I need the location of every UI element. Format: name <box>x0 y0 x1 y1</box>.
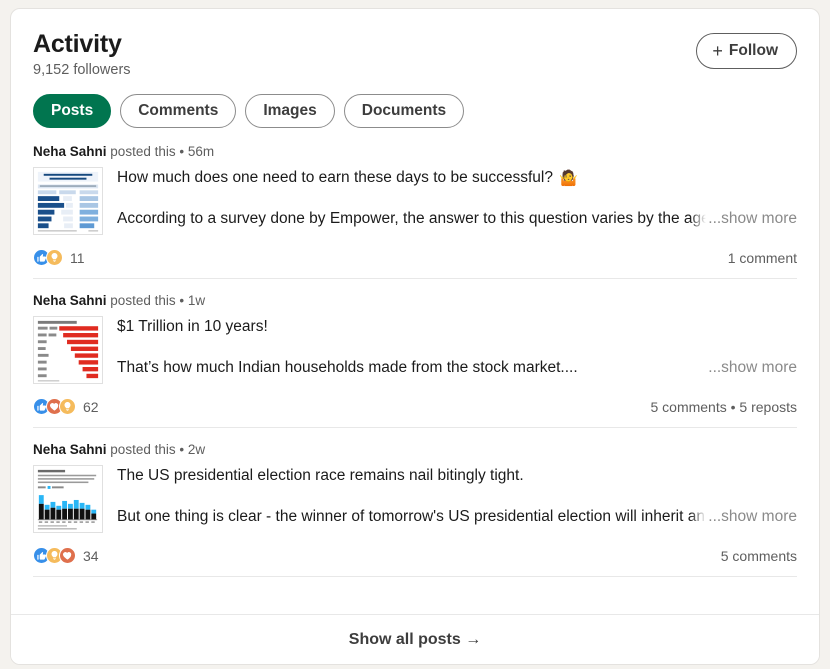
tab-posts[interactable]: Posts <box>33 93 112 129</box>
post-footer: 11 1 comment <box>33 249 797 267</box>
activity-card: Activity 9,152 followers + Follow Posts … <box>10 8 820 665</box>
post-action: posted this <box>110 442 176 458</box>
follow-button[interactable]: + Follow <box>696 33 797 69</box>
page-title: Activity <box>33 30 122 58</box>
post-item: Neha Sahni posted this • 56m How much do… <box>33 128 797 280</box>
post-headline-text: The US presidential election race remain… <box>117 467 524 485</box>
reactions-group[interactable]: 11 <box>33 249 85 267</box>
post-separator: • <box>179 293 185 309</box>
post-body: $1 Trillion in 10 years! That’s how much… <box>33 316 797 385</box>
post-excerpt: But one thing is clear - the winner of t… <box>117 508 707 526</box>
post-headline: The US presidential election race remain… <box>117 466 797 487</box>
post-thumbnail-column-chart[interactable] <box>33 465 103 534</box>
post-author[interactable]: Neha Sahni <box>33 293 107 308</box>
post-text: The US presidential election race remain… <box>117 465 797 528</box>
filter-tabs: Posts Comments Images Documents <box>11 78 819 129</box>
reaction-insightful-icon <box>59 398 76 416</box>
reaction-count: 34 <box>83 547 99 564</box>
post-headline-text: $1 Trillion in 10 years! <box>117 318 268 336</box>
post-comment-count[interactable]: 1 comment <box>728 250 797 266</box>
show-all-posts-button[interactable]: Show all posts → <box>11 614 819 664</box>
post-headline: How much does one need to earn these day… <box>117 168 797 189</box>
post-text: $1 Trillion in 10 years! That’s how much… <box>117 316 797 379</box>
post-timestamp: 1w <box>187 293 206 309</box>
reaction-count: 62 <box>83 398 99 415</box>
post-footer: 62 5 comments • 5 reposts <box>33 398 797 416</box>
post-item: Neha Sahni posted this • 2w The US presi… <box>33 428 797 578</box>
post-thumbnail-blue-bar-chart[interactable] <box>33 167 103 236</box>
post-byline: Neha Sahni posted this • 1w <box>33 293 797 308</box>
post-body: The US presidential election race remain… <box>33 465 797 534</box>
post-item: Neha Sahni posted this • 1w $1 Trillion … <box>33 279 797 429</box>
post-separator: • <box>179 144 185 160</box>
show-more-link[interactable]: ...show more <box>706 507 797 528</box>
page-background: Activity 9,152 followers + Follow Posts … <box>0 0 830 669</box>
post-byline: Neha Sahni posted this • 56m <box>33 144 797 159</box>
post-action: posted this <box>110 144 176 160</box>
post-headline-text: How much does one need to earn these day… <box>117 169 553 187</box>
tab-posts-label: Posts <box>51 101 94 119</box>
tab-comments[interactable]: Comments <box>120 93 237 129</box>
post-timestamp: 2w <box>187 442 206 458</box>
followers-count: 9,152 followers <box>33 61 131 78</box>
post-author[interactable]: Neha Sahni <box>33 144 107 159</box>
post-comment-count[interactable]: 5 comments • 5 reposts <box>650 399 797 415</box>
title-block: Activity 9,152 followers <box>33 30 131 78</box>
tab-images-label: Images <box>263 101 317 119</box>
person-shrugging-emoji: 🤷 <box>559 170 578 188</box>
post-action: posted this <box>110 293 176 309</box>
reaction-count: 11 <box>70 249 85 266</box>
post-timestamp: 56m <box>187 144 215 160</box>
post-text: How much does one need to earn these day… <box>117 167 797 230</box>
card-header: Activity 9,152 followers + Follow <box>11 9 819 78</box>
post-excerpt-row: According to a survey done by Empower, t… <box>117 209 797 230</box>
reactions-group[interactable]: 34 <box>33 547 99 565</box>
post-separator: • <box>179 442 185 458</box>
tab-comments-label: Comments <box>138 101 219 119</box>
reaction-love-icon <box>59 547 76 565</box>
post-footer: 34 5 comments <box>33 547 797 565</box>
posts-list: Neha Sahni posted this • 56m How much do… <box>11 128 819 578</box>
follow-button-label: Follow <box>728 42 778 60</box>
post-comment-count[interactable]: 5 comments <box>721 548 797 564</box>
post-excerpt-row: But one thing is clear - the winner of t… <box>117 507 797 528</box>
tab-documents-label: Documents <box>361 101 447 119</box>
show-all-posts-label: Show all posts → <box>348 630 482 648</box>
post-thumbnail-red-bar-chart[interactable] <box>33 316 103 385</box>
reaction-insightful-icon <box>46 249 63 267</box>
tab-images[interactable]: Images <box>245 93 335 129</box>
plus-icon: + <box>712 41 723 61</box>
post-author[interactable]: Neha Sahni <box>33 442 107 457</box>
show-more-link[interactable]: ...show more <box>706 209 797 230</box>
tab-documents[interactable]: Documents <box>343 93 465 129</box>
post-headline: $1 Trillion in 10 years! <box>117 317 797 338</box>
post-excerpt-row: That’s how much Indian households made f… <box>117 358 797 379</box>
post-body: How much does one need to earn these day… <box>33 167 797 236</box>
post-byline: Neha Sahni posted this • 2w <box>33 442 797 457</box>
show-more-link[interactable]: ...show more <box>706 358 797 379</box>
post-excerpt: That’s how much Indian households made f… <box>117 359 578 377</box>
reactions-group[interactable]: 62 <box>33 398 99 416</box>
post-excerpt: According to a survey done by Empower, t… <box>117 210 707 228</box>
